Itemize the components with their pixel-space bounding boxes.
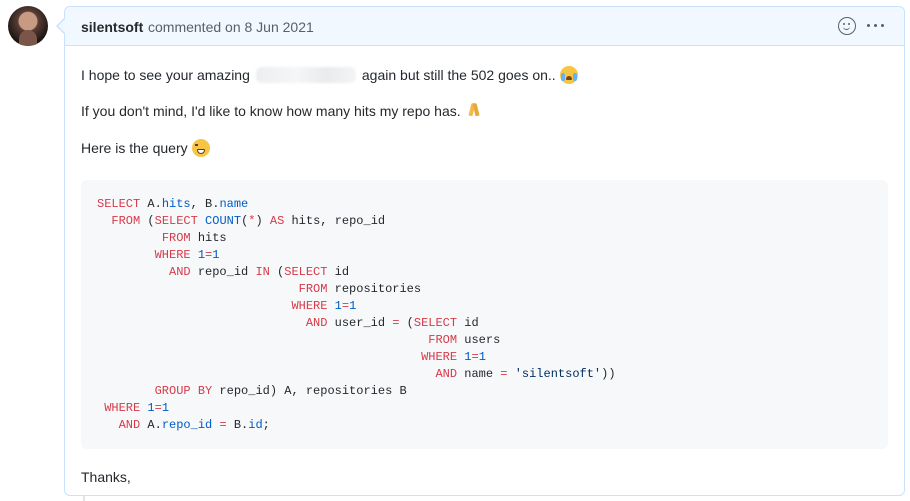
code-line: FROM users [428, 333, 501, 347]
paragraph-2: If you don't mind, I'd like to know how … [81, 101, 483, 121]
code-line: GROUP BY repo_id) A, repositories B [154, 384, 407, 398]
code-line: AND A.repo_id = B.id; [118, 418, 270, 432]
paragraph-1: I hope to see your amazing again but stil… [81, 65, 578, 85]
thanks-text: Thanks, [81, 469, 131, 485]
code-line: WHERE 1=1 [154, 248, 220, 262]
code-block: SELECT A.hits, B.name FROM (SELECT COUNT… [81, 180, 888, 449]
redacted-text [255, 67, 356, 83]
comment-meta: commented on 8 Jun 2021 [148, 19, 314, 35]
comment-box: silentsoft commented on 8 Jun 2021 I hop… [64, 6, 905, 496]
paragraph-1-end: again but still the 502 goes on.. [361, 67, 556, 83]
paragraph-2-text: If you don't mind, I'd like to know how … [81, 103, 461, 119]
code-line: FROM hits [161, 231, 227, 245]
comment-caret-fill [58, 19, 65, 33]
code-line: WHERE 1=1 [421, 350, 486, 364]
comment-header: silentsoft commented on 8 Jun 2021 [65, 7, 904, 46]
paragraph-1-start: I hope to see your amazing [81, 67, 250, 83]
code-line: AND repo_id IN (SELECT id [169, 265, 350, 279]
code-line: AND name = 'silentsoft')) [435, 367, 616, 381]
smiley-icon[interactable] [838, 17, 856, 35]
grin-emoji-icon [191, 139, 210, 157]
sql-code: SELECT A.hits, B.name FROM (SELECT COUNT… [97, 196, 616, 434]
crying-emoji-icon [559, 66, 578, 84]
code-line: AND user_id = (SELECT id [305, 316, 479, 330]
paragraph-3-text: Here is the query [81, 140, 188, 156]
pray-emoji-icon [465, 102, 483, 120]
code-line: WHERE 1=1 [104, 401, 170, 415]
code-line: FROM (SELECT COUNT(*) AS hits, repo_id [111, 214, 386, 228]
code-line: FROM repositories [298, 282, 422, 296]
code-line: WHERE 1=1 [291, 299, 357, 313]
paragraph-3: Here is the query [81, 138, 210, 158]
avatar[interactable] [8, 6, 48, 46]
kebab-icon[interactable] [865, 15, 887, 35]
author-link[interactable]: silentsoft [81, 19, 143, 35]
code-line: SELECT A.hits, B.name [97, 197, 249, 211]
